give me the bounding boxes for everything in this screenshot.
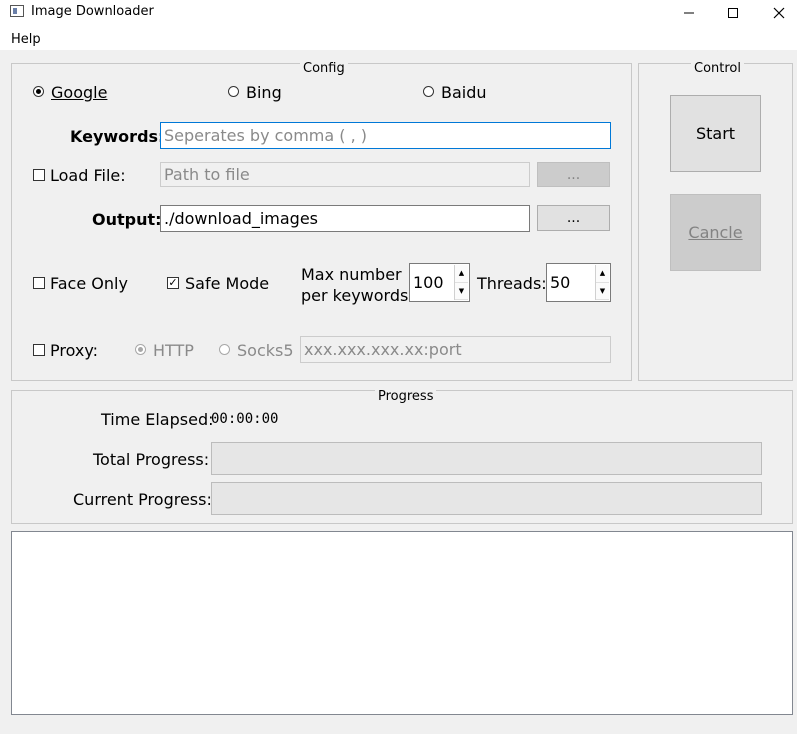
output-input[interactable]: ./download_images <box>160 205 530 232</box>
total-progress-bar <box>211 442 762 475</box>
threads-label: Threads: <box>477 274 547 293</box>
keywords-label: Keywords: <box>70 127 165 146</box>
close-icon <box>773 7 785 19</box>
face-only-label: Face Only <box>50 274 128 293</box>
socks5-label: Socks5 <box>237 341 294 360</box>
load-file-label: Load File: <box>50 166 126 185</box>
total-progress-label: Total Progress: <box>93 450 210 469</box>
threads-spinbox[interactable]: 50 ▲ ▼ <box>546 263 611 302</box>
start-button[interactable]: Start <box>670 95 761 172</box>
spin-down-icon[interactable]: ▼ <box>455 282 468 300</box>
config-group-title: Config <box>300 61 348 76</box>
maximize-icon <box>728 8 738 18</box>
background-window-edge <box>797 50 807 734</box>
time-elapsed-value: 00:00:00 <box>211 411 279 427</box>
google-label: Google <box>51 83 108 102</box>
http-label: HTTP <box>153 341 194 360</box>
output-label: Output: <box>92 210 162 229</box>
load-file-checkbox[interactable] <box>33 169 45 181</box>
radio-baidu[interactable] <box>423 86 434 97</box>
output-browse-button[interactable]: ... <box>537 205 610 231</box>
progress-group-title: Progress <box>375 389 437 404</box>
radio-http[interactable] <box>135 344 146 355</box>
load-file-input[interactable]: Path to file <box>160 162 530 187</box>
spin-down-icon[interactable]: ▼ <box>596 282 609 300</box>
log-text-area[interactable] <box>11 531 793 715</box>
max-number-label-line1: Max number <box>301 265 402 284</box>
keywords-input[interactable]: Seperates by comma ( , ) <box>160 122 611 149</box>
radio-socks5[interactable] <box>219 344 230 355</box>
proxy-address-placeholder: xxx.xxx.xxx.xx:port <box>304 340 462 359</box>
radio-bing[interactable] <box>228 86 239 97</box>
max-number-label: Max number per keywords <box>301 264 408 306</box>
max-number-label-line2: per keywords <box>301 286 409 305</box>
safe-mode-label: Safe Mode <box>185 274 270 293</box>
proxy-label: Proxy: <box>50 341 99 360</box>
minimize-icon <box>684 12 694 14</box>
app-icon <box>10 5 24 17</box>
keywords-placeholder: Seperates by comma ( , ) <box>164 126 368 145</box>
minimize-button[interactable] <box>666 0 712 26</box>
output-value: ./download_images <box>164 209 319 228</box>
menu-bar <box>0 26 807 50</box>
spin-up-icon[interactable]: ▲ <box>596 265 609 283</box>
max-number-spinbox[interactable]: 100 ▲ ▼ <box>409 263 470 302</box>
max-number-value: 100 <box>413 273 444 292</box>
current-progress-bar <box>211 482 762 515</box>
threads-spin-arrows[interactable]: ▲ ▼ <box>595 265 609 300</box>
maximize-button[interactable] <box>710 0 756 26</box>
load-file-placeholder: Path to file <box>164 165 250 184</box>
threads-value: 50 <box>550 273 571 292</box>
close-button[interactable] <box>756 0 802 26</box>
proxy-checkbox[interactable] <box>33 344 45 356</box>
cancel-button[interactable]: Cancle <box>670 194 761 271</box>
control-group-title: Control <box>691 61 744 76</box>
cancel-button-label: Cancle <box>688 223 743 242</box>
baidu-label: Baidu <box>441 83 487 102</box>
max-number-spin-arrows[interactable]: ▲ ▼ <box>454 265 468 300</box>
safe-mode-checkbox[interactable]: ✓ <box>167 277 179 289</box>
proxy-address-input[interactable]: xxx.xxx.xxx.xx:port <box>300 336 611 363</box>
menu-help[interactable]: Help <box>11 32 41 47</box>
spin-up-icon[interactable]: ▲ <box>455 265 468 283</box>
current-progress-label: Current Progress: <box>73 490 212 509</box>
bing-label: Bing <box>246 83 282 102</box>
radio-google[interactable] <box>33 86 44 97</box>
load-file-browse-button[interactable]: ... <box>537 162 610 187</box>
window-title: Image Downloader <box>31 4 154 19</box>
face-only-checkbox[interactable] <box>33 277 45 289</box>
time-elapsed-label: Time Elapsed: <box>101 410 214 429</box>
